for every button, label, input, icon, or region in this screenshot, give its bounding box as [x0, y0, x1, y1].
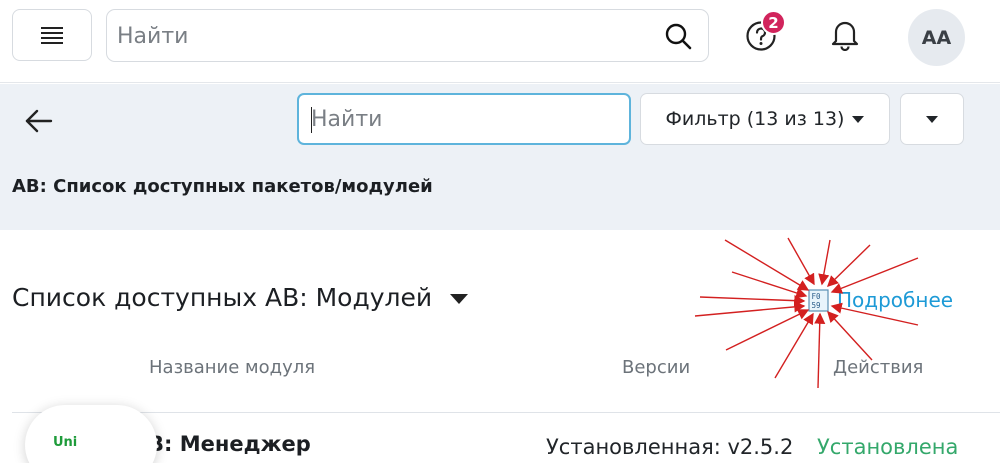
details-link-text: Подробнее — [837, 288, 954, 312]
module-status[interactable]: Установлена — [817, 435, 958, 459]
column-header-versions[interactable]: Версии — [622, 357, 690, 378]
filter-dropdown-button[interactable]: Фильтр (13 из 13) — [640, 93, 890, 145]
user-avatar[interactable]: AA — [908, 9, 965, 66]
global-search-box[interactable] — [106, 9, 709, 62]
caret-down-icon — [926, 115, 938, 123]
list-title-text: Список доступных АВ: Модулей — [12, 283, 433, 312]
notification-count-badge: 2 — [761, 10, 786, 35]
svg-text:F0: F0 — [812, 292, 822, 301]
page-search-input[interactable] — [311, 103, 611, 135]
global-search-input[interactable] — [117, 18, 637, 54]
search-icon[interactable] — [664, 22, 692, 50]
details-link[interactable]: F0 59 Подробнее — [808, 288, 953, 312]
menu-button[interactable] — [12, 9, 92, 61]
row-divider — [12, 412, 1000, 413]
column-header-module-name[interactable]: Название модуля — [149, 357, 315, 378]
uni-widget-label: Uni — [53, 435, 78, 450]
svg-text:59: 59 — [812, 301, 821, 310]
uni-chat-widget[interactable]: Uni — [25, 405, 157, 463]
module-name[interactable]: В: Менеджер — [148, 432, 311, 456]
back-arrow-icon[interactable] — [25, 109, 53, 133]
document-icon: F0 59 — [808, 288, 829, 312]
page-title: АВ: Список доступных пакетов/модулей — [12, 176, 433, 197]
caret-down-icon — [852, 115, 865, 123]
more-options-dropdown[interactable] — [900, 93, 964, 145]
page-search-box[interactable] — [297, 93, 631, 145]
caret-down-icon — [450, 293, 469, 304]
top-bar: 2 AA — [0, 0, 1000, 83]
bell-icon[interactable] — [829, 17, 861, 51]
column-header-actions: Действия — [833, 357, 924, 378]
list-title-dropdown[interactable]: Список доступных АВ: Модулей — [12, 283, 469, 312]
filter-label: Фильтр (13 из 13) — [665, 108, 845, 130]
page-toolbar: Фильтр (13 из 13) АВ: Список доступных п… — [0, 84, 1000, 230]
module-version: Установленная: v2.5.2 — [546, 435, 794, 459]
hamburger-icon — [41, 26, 63, 44]
